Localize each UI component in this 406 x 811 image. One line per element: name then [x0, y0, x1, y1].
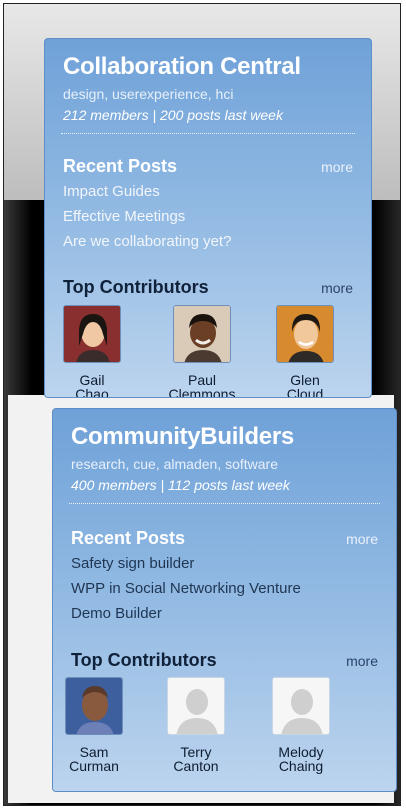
person-photo-icon [66, 678, 122, 734]
top-contributors-more-link[interactable]: more [346, 653, 378, 669]
post-link[interactable]: WPP in Social Networking Venture [71, 580, 301, 597]
default-avatar-icon [168, 678, 224, 734]
recent-posts-more-link[interactable]: more [346, 531, 378, 547]
default-avatar-icon [273, 678, 329, 734]
recent-posts-heading: Recent Posts [63, 156, 178, 176]
avatar [65, 677, 123, 735]
avatar [173, 305, 231, 363]
contributor-name: Terry Canton [173, 744, 219, 774]
group-tags: design, userexperience, hci [63, 86, 234, 102]
contributor-name: Paul Clemmons [168, 372, 236, 397]
contributor-gail-chao[interactable]: Gail Chao [45, 305, 142, 397]
post-link[interactable]: Impact Guides [63, 183, 160, 200]
top-contributors-more-link[interactable]: more [321, 280, 353, 296]
contributor-name: Melody Chaing [278, 744, 324, 774]
recent-posts-heading: Recent Posts [71, 528, 186, 548]
post-link[interactable]: Are we collaborating yet? [63, 233, 231, 250]
avatar [276, 305, 334, 363]
group-stats: 212 members | 200 posts last week [63, 107, 283, 123]
card-clip: Collaboration Central design, userexperi… [45, 39, 371, 397]
contributor-melody-chaing[interactable]: Melody Chaing [251, 677, 351, 773]
recent-posts-more-link[interactable]: more [321, 159, 353, 175]
top-contributors-heading: Top Contributors [63, 277, 209, 297]
contributor-paul-clemmons[interactable]: Paul Clemmons [152, 305, 252, 397]
contributor-sam-curman[interactable]: Sam Curman [44, 677, 144, 773]
avatar [167, 677, 225, 735]
post-link[interactable]: Demo Builder [71, 605, 162, 622]
group-title[interactable]: Collaboration Central [63, 53, 301, 81]
group-tags: research, cue, almaden, software [71, 456, 278, 472]
contributor-glen-cloud[interactable]: Glen Cloud [255, 305, 355, 397]
avatar [63, 305, 121, 363]
post-link[interactable]: Safety sign builder [71, 555, 194, 572]
contributor-name: Gail Chao [75, 372, 109, 397]
post-link[interactable]: Effective Meetings [63, 208, 185, 225]
person-photo-icon [277, 306, 333, 362]
group-stats: 400 members | 112 posts last week [71, 477, 290, 493]
contributor-terry-canton[interactable]: Terry Canton [146, 677, 246, 773]
contributor-name: Glen Cloud [286, 372, 324, 397]
divider [69, 503, 380, 504]
person-photo-icon [174, 306, 230, 362]
top-contributors-heading: Top Contributors [71, 650, 217, 670]
contributor-name: Sam Curman [69, 744, 119, 774]
avatar [272, 677, 330, 735]
divider [61, 133, 355, 134]
group-title[interactable]: CommunityBuilders [71, 423, 294, 451]
group-card-collaboration-central: Collaboration Central design, userexperi… [44, 38, 372, 398]
person-photo-icon [64, 306, 120, 362]
group-card-community-builders: CommunityBuilders research, cue, almaden… [52, 408, 397, 792]
